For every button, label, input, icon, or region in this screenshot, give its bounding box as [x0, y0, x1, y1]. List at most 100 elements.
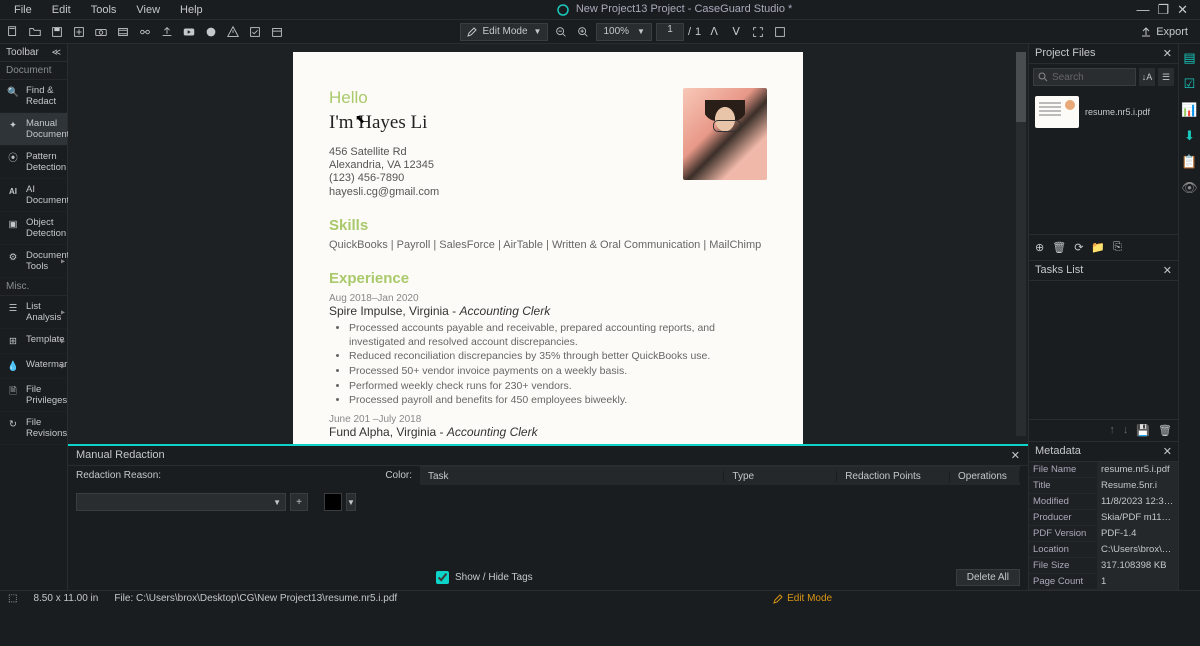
- show-hide-tags[interactable]: Show / Hide Tags: [436, 571, 533, 584]
- view-icon[interactable]: 👁: [1181, 180, 1198, 196]
- vertical-scrollbar[interactable]: [1016, 52, 1026, 436]
- clipboard-icon[interactable]: 📋: [1181, 154, 1197, 170]
- camera-icon[interactable]: [92, 23, 110, 41]
- document-viewport[interactable]: Hello I'm Hayes Li ⬉ 456 Satellite Rd Al…: [68, 44, 1028, 444]
- upload-icon[interactable]: [158, 23, 176, 41]
- color-dropdown[interactable]: ▼: [346, 493, 356, 511]
- file-item[interactable]: resume.nr5.i.pdf: [1029, 90, 1178, 134]
- checklist-icon[interactable]: [246, 23, 264, 41]
- sort-button[interactable]: ↓A: [1139, 68, 1155, 86]
- minimize-icon[interactable]: —: [1136, 2, 1149, 18]
- task-up-icon[interactable]: ↑: [1109, 424, 1115, 437]
- fullscreen-icon[interactable]: [771, 23, 789, 41]
- sidebar-item-template[interactable]: ⊞Template▸: [0, 329, 67, 354]
- close-icon[interactable]: ✕: [1177, 2, 1188, 18]
- panel-close-icon[interactable]: ✕: [1163, 47, 1172, 60]
- sidebar-item-object-detection[interactable]: ▣Object Detection: [0, 212, 67, 245]
- doc-phone: (123) 456-7890: [329, 172, 439, 185]
- sidebar-item-find-redact[interactable]: 🔍Find & Redact: [0, 80, 67, 113]
- add-file-icon[interactable]: ⊕: [1035, 241, 1044, 254]
- delete-file-icon[interactable]: 🗑: [1052, 241, 1066, 254]
- delete-all-button[interactable]: Delete All: [956, 569, 1020, 586]
- file-thumbnail: [1035, 96, 1079, 128]
- zoom-out-icon[interactable]: [552, 23, 570, 41]
- sidebar-section-document: Document: [0, 62, 67, 80]
- sidebar-item-pattern-detection[interactable]: ⦿Pattern Detection: [0, 146, 67, 179]
- find-icon: 🔍: [6, 85, 20, 99]
- search-input[interactable]: Search: [1033, 68, 1136, 86]
- sidebar-header: Toolbar ≪: [0, 44, 67, 62]
- menu-tools[interactable]: Tools: [81, 2, 127, 18]
- search-icon: [1038, 72, 1048, 82]
- reason-dropdown[interactable]: ▼: [76, 493, 286, 511]
- sidebar-item-manual-document[interactable]: ✦Manual Document: [0, 113, 67, 146]
- revisions-icon: ↻: [6, 417, 20, 431]
- color-swatch[interactable]: [324, 493, 342, 511]
- menu-view[interactable]: View: [126, 2, 170, 18]
- menu-help[interactable]: Help: [170, 2, 213, 18]
- list-icon: ☰: [6, 301, 20, 315]
- maximize-icon[interactable]: ❐: [1157, 2, 1169, 18]
- panel-close-icon[interactable]: ✕: [1011, 449, 1020, 462]
- grid-view-button[interactable]: ☰: [1158, 68, 1174, 86]
- task-down-icon[interactable]: ↓: [1123, 424, 1129, 437]
- edit-mode-dropdown[interactable]: Edit Mode ▼: [460, 23, 549, 41]
- sidebar-item-file-revisions[interactable]: ↻File Revisions: [0, 412, 67, 445]
- panel-close-icon[interactable]: ✕: [1163, 445, 1172, 458]
- col-task[interactable]: Task: [420, 471, 724, 482]
- record-icon[interactable]: [202, 23, 220, 41]
- chevron-right-icon: ▸: [61, 361, 65, 372]
- metadata-row: ProducerSkia/PDF m114 Go…: [1029, 510, 1178, 526]
- menu-file[interactable]: File: [4, 2, 42, 18]
- menubar: File Edit Tools View Help New Project13 …: [0, 0, 1200, 20]
- film-icon[interactable]: [114, 23, 132, 41]
- refresh-icon[interactable]: ⟳: [1074, 241, 1083, 254]
- metadata-panel: Metadata ✕ File Nameresume.nr5.i.pdf Tit…: [1029, 441, 1178, 590]
- scrollbar-thumb[interactable]: [1016, 52, 1026, 122]
- col-ops[interactable]: Operations: [950, 471, 1020, 482]
- menu-edit[interactable]: Edit: [42, 2, 81, 18]
- export-icon[interactable]: ⬇: [1184, 128, 1195, 144]
- page-prev-icon[interactable]: ᐱ: [705, 23, 723, 41]
- warning-icon[interactable]: [224, 23, 242, 41]
- task-save-icon[interactable]: 💾: [1136, 424, 1150, 437]
- folder-icon[interactable]: 📁: [1091, 241, 1105, 254]
- gear-icon: ⚙: [6, 250, 20, 264]
- save-icon[interactable]: [48, 23, 66, 41]
- files-icon[interactable]: ▤: [1183, 50, 1195, 66]
- zoom-dropdown[interactable]: 100%▼: [596, 23, 652, 41]
- col-type[interactable]: Type: [724, 471, 837, 482]
- page-next-icon[interactable]: ᐯ: [727, 23, 745, 41]
- sidebar-item-ai-document[interactable]: AIAI Document: [0, 179, 67, 212]
- task-delete-icon[interactable]: 🗑: [1158, 424, 1172, 437]
- chevron-right-icon: ▸: [61, 336, 65, 347]
- tasks-icon[interactable]: ☑: [1184, 76, 1196, 92]
- connect-icon[interactable]: [136, 23, 154, 41]
- sidebar-item-watermark[interactable]: 💧Watermark▸: [0, 354, 67, 379]
- add-reason-button[interactable]: +: [290, 493, 308, 511]
- cursor-icon: ⬉: [355, 112, 365, 126]
- add-media-icon[interactable]: [70, 23, 88, 41]
- doc-addr2: Alexandria, VA 12345: [329, 159, 439, 172]
- metadata-row: TitleResume.5nr.i: [1029, 478, 1178, 494]
- collapse-icon[interactable]: ≪: [52, 47, 61, 58]
- fit-icon[interactable]: [749, 23, 767, 41]
- sidebar-item-file-privileges[interactable]: 🗎File Privileges: [0, 379, 67, 412]
- export-button[interactable]: Export: [1132, 24, 1196, 40]
- open-icon[interactable]: [26, 23, 44, 41]
- zoom-in-icon[interactable]: [574, 23, 592, 41]
- lock-icon: 🗎: [6, 384, 20, 398]
- calendar-icon[interactable]: [268, 23, 286, 41]
- col-points[interactable]: Redaction Points: [837, 471, 950, 482]
- panel-close-icon[interactable]: ✕: [1163, 264, 1172, 277]
- tasks-panel: Tasks List ✕ ↑ ↓ 💾 🗑: [1029, 261, 1178, 441]
- page-current-input[interactable]: 1: [656, 23, 684, 41]
- show-hide-checkbox[interactable]: [436, 571, 449, 584]
- sidebar-item-document-tools[interactable]: ⚙Document Tools▸: [0, 245, 67, 278]
- stats-icon[interactable]: 📊: [1181, 102, 1197, 118]
- new-icon[interactable]: [4, 23, 22, 41]
- youtube-icon[interactable]: [180, 23, 198, 41]
- document-page[interactable]: Hello I'm Hayes Li ⬉ 456 Satellite Rd Al…: [293, 52, 803, 444]
- link-icon[interactable]: ⎘: [1113, 241, 1122, 254]
- sidebar-item-list-analysis[interactable]: ☰List Analysis▸: [0, 296, 67, 329]
